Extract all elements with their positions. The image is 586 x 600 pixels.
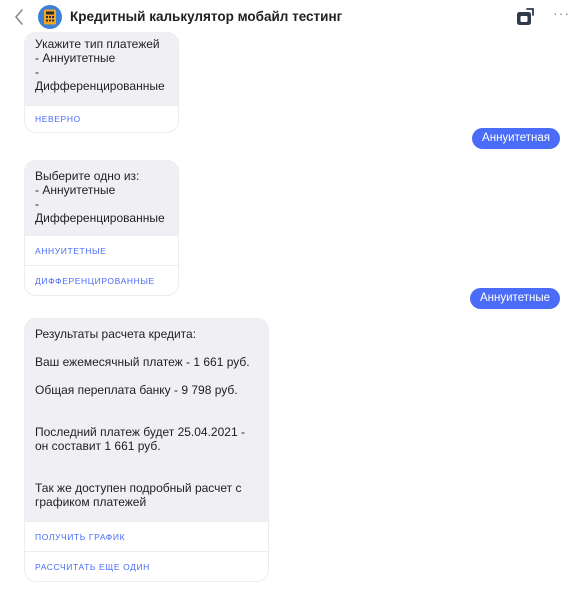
get-schedule-button[interactable]: ПОЛУЧИТЬ ГРАФИК — [25, 521, 268, 551]
calculator-avatar-icon — [38, 5, 62, 29]
reply-button-differentiated[interactable]: ДИФФЕРЕНЦИРОВАННЫЕ — [25, 265, 178, 295]
chevron-left-icon — [15, 9, 23, 25]
message-text: Укажите тип платежей - Аннуитетные - Диф… — [35, 37, 165, 93]
user-message: Аннуитетные — [470, 288, 560, 309]
chat-header: Кредитный калькулятор мобайл тестинг ··· — [0, 0, 586, 34]
calculate-another-button[interactable]: РАССЧИТАТЬ ЕЩЕ ОДИН — [25, 551, 268, 581]
user-message: Аннуитетная — [472, 128, 560, 149]
back-button[interactable] — [14, 8, 28, 26]
message-text: Результаты расчета кредита: Ваш ежемесяч… — [35, 327, 250, 509]
reply-button-annuity[interactable]: АННУИТЕТНЫЕ — [25, 235, 178, 265]
bot-message: Результаты расчета кредита: Ваш ежемесяч… — [24, 318, 269, 582]
message-text: Выберите одно из: - Аннуитетные - Диффер… — [35, 169, 165, 225]
chat-title: Кредитный калькулятор мобайл тестинг — [70, 9, 343, 24]
open-icon[interactable] — [514, 6, 536, 28]
bot-message: Укажите тип платежей - Аннуитетные - Диф… — [24, 32, 179, 133]
reply-button-wrong[interactable]: НЕВЕРНО — [25, 105, 178, 132]
bot-message: Выберите одно из: - Аннуитетные - Диффер… — [24, 160, 179, 296]
more-icon[interactable]: ··· — [553, 5, 570, 21]
